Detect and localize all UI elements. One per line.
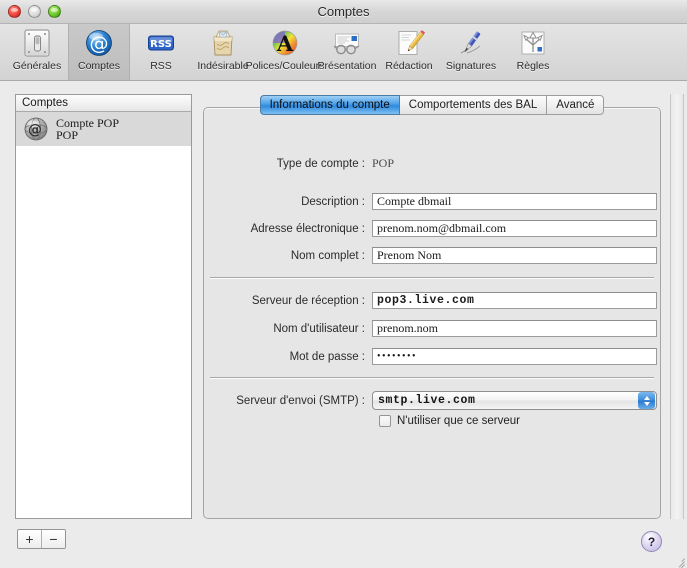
password-input[interactable] bbox=[372, 348, 657, 365]
remove-account-button[interactable]: − bbox=[41, 530, 65, 548]
account-item-text: Compte POP POP bbox=[56, 117, 119, 141]
username-input[interactable] bbox=[372, 320, 657, 337]
account-type-label: Type de compte : bbox=[210, 158, 372, 170]
incoming-server-label: Serveur de réception : bbox=[210, 295, 372, 307]
switch-icon bbox=[21, 27, 53, 59]
toolbar-item-label: Indésirable bbox=[197, 60, 248, 72]
toolbar-item-comptes[interactable]: @ Comptes bbox=[68, 24, 130, 80]
username-label: Nom d'utilisateur : bbox=[210, 323, 372, 335]
use-only-this-server-label: N'utiliser que ce serveur bbox=[397, 415, 520, 427]
toolbar-item-label: Règles bbox=[517, 60, 550, 72]
junk-bag-icon bbox=[207, 27, 239, 59]
glasses-icon bbox=[331, 27, 363, 59]
toolbar-item-label: Rédaction bbox=[385, 60, 432, 72]
toolbar-item-label: RSS bbox=[150, 60, 172, 72]
toolbar-item-polices-couleurs[interactable]: A Polices/Couleurs bbox=[254, 24, 316, 80]
toolbar-item-label: Comptes bbox=[78, 60, 120, 72]
full-name-label: Nom complet : bbox=[210, 250, 372, 262]
form-separator-1 bbox=[210, 277, 654, 278]
chevron-updown-icon bbox=[638, 392, 655, 409]
toolbar-item-regles[interactable]: Règles bbox=[502, 24, 564, 80]
tab-comportements-des-bal[interactable]: Comportements des BAL bbox=[400, 95, 547, 115]
font-color-icon: A bbox=[269, 27, 301, 59]
vertical-scrollbar[interactable] bbox=[670, 94, 684, 519]
account-list-item[interactable]: @ Compte POP POP bbox=[16, 112, 191, 146]
field-row-full-name: Nom complet : bbox=[210, 247, 657, 264]
svg-text:RSS: RSS bbox=[150, 39, 172, 50]
form-separator-2 bbox=[210, 377, 654, 378]
account-list-buttons: + − bbox=[17, 529, 66, 549]
toolbar-item-redaction[interactable]: Rédaction bbox=[378, 24, 440, 80]
toolbar-item-label: Générales bbox=[13, 60, 61, 72]
toolbar-item-presentation[interactable]: Présentation bbox=[316, 24, 378, 80]
field-row-account-type: Type de compte : POP bbox=[210, 156, 394, 171]
toolbar-item-signatures[interactable]: Signatures bbox=[440, 24, 502, 80]
pencil-page-icon bbox=[393, 27, 425, 59]
toolbar-item-generales[interactable]: Générales bbox=[6, 24, 68, 80]
incoming-server-input[interactable] bbox=[372, 292, 657, 309]
preferences-toolbar: Générales @ Comptes bbox=[0, 24, 687, 81]
arrows-rules-icon bbox=[517, 27, 549, 59]
preferences-window: Comptes Générales bbox=[0, 0, 687, 568]
accounts-sidebar-header: Comptes bbox=[16, 95, 191, 112]
description-label: Description : bbox=[210, 196, 372, 208]
rss-icon: RSS bbox=[145, 27, 177, 59]
window-title: Comptes bbox=[0, 0, 687, 24]
field-row-description: Description : bbox=[210, 193, 657, 210]
accounts-sidebar: Comptes bbox=[15, 94, 192, 519]
account-type-value: POP bbox=[372, 156, 394, 171]
smtp-server-label: Serveur d'envoi (SMTP) : bbox=[210, 395, 372, 407]
account-type: POP bbox=[56, 129, 119, 141]
field-row-email: Adresse électronique : bbox=[210, 220, 657, 237]
add-account-button[interactable]: + bbox=[18, 530, 41, 548]
field-row-password: Mot de passe : bbox=[210, 348, 657, 365]
window-titlebar: Comptes bbox=[0, 0, 687, 24]
field-row-use-only-this-server: N'utiliser que ce serveur bbox=[379, 415, 520, 427]
resize-grip[interactable] bbox=[671, 552, 685, 566]
toolbar-item-label: Signatures bbox=[446, 60, 496, 72]
toolbar-item-label: Polices/Couleurs bbox=[246, 60, 325, 72]
svg-text:A: A bbox=[276, 31, 294, 56]
password-label: Mot de passe : bbox=[210, 351, 372, 363]
tab-informations-du-compte[interactable]: Informations du compte bbox=[260, 95, 400, 115]
field-row-smtp-server: Serveur d'envoi (SMTP) : smtp.live.com bbox=[210, 391, 657, 410]
email-label: Adresse électronique : bbox=[210, 223, 372, 235]
fountain-pen-icon bbox=[455, 27, 487, 59]
preferences-body: Comptes bbox=[0, 81, 687, 568]
use-only-this-server-checkbox[interactable] bbox=[379, 415, 391, 427]
svg-text:@: @ bbox=[90, 33, 109, 55]
tab-avance[interactable]: Avancé bbox=[547, 95, 604, 115]
full-name-input[interactable] bbox=[372, 247, 657, 264]
toolbar-item-rss[interactable]: RSS RSS bbox=[130, 24, 192, 80]
account-tab-panel: Type de compte : POP Description : Adres… bbox=[203, 107, 661, 519]
svg-text:@: @ bbox=[28, 122, 42, 138]
field-row-username: Nom d'utilisateur : bbox=[210, 320, 657, 337]
account-info-form: Type de compte : POP Description : Adres… bbox=[204, 108, 660, 518]
description-input[interactable] bbox=[372, 193, 657, 210]
smtp-server-dropdown[interactable]: smtp.live.com bbox=[372, 391, 657, 410]
tab-bar: Informations du compte Comportements des… bbox=[203, 95, 661, 119]
email-input[interactable] bbox=[372, 220, 657, 237]
toolbar-item-label: Présentation bbox=[318, 60, 377, 72]
help-button[interactable]: ? bbox=[641, 531, 662, 552]
field-row-incoming-server: Serveur de réception : bbox=[210, 292, 657, 309]
smtp-server-value: smtp.live.com bbox=[373, 394, 638, 407]
globe-at-icon: @ bbox=[22, 115, 50, 143]
at-sign-icon: @ bbox=[83, 27, 115, 59]
